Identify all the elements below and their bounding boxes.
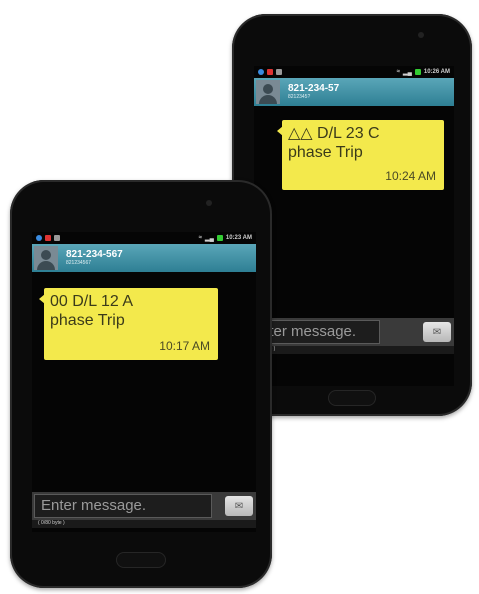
avatar[interactable] <box>256 80 280 104</box>
message-line-1: △△ D/L 23 C <box>288 125 380 142</box>
byte-counter: / byte ) <box>254 346 454 354</box>
usb-icon <box>276 69 282 75</box>
usb-icon <box>54 235 60 241</box>
send-button[interactable]: ✉ <box>423 322 451 342</box>
alert-icon <box>45 235 51 241</box>
status-bar: ≈ ▂▄ 10:23 AM <box>32 232 256 244</box>
message-input[interactable]: Enter message. <box>34 494 212 518</box>
message-line-2: phase Trip <box>288 144 363 161</box>
contact-header[interactable]: 821-234-57 8212345? <box>254 78 454 106</box>
message-line-1: 00 D/L 12 A <box>50 293 134 310</box>
status-time: 10:26 AM <box>423 69 450 75</box>
signal-icon: ▂▄ <box>403 69 412 76</box>
message-input[interactable]: nter message. <box>254 320 380 344</box>
send-icon: ✉ <box>432 326 442 338</box>
message-time: 10:24 AM <box>385 169 436 183</box>
front-phone: ≈ ▂▄ 10:23 AM 821-234-567 821234567 00 D… <box>10 180 272 588</box>
send-icon: ✉ <box>234 500 244 512</box>
notification-icon <box>36 235 42 241</box>
contact-number: 821-234-567 <box>66 249 123 260</box>
compose-area: nter message. ✉ <box>254 318 454 346</box>
compose-area: Enter message. ✉ <box>32 492 256 520</box>
notification-icon <box>258 69 264 75</box>
camera-icon <box>418 32 424 38</box>
battery-icon <box>216 235 223 241</box>
wifi-icon: ≈ <box>198 235 202 241</box>
avatar[interactable] <box>34 246 58 270</box>
alert-icon <box>267 69 273 75</box>
contact-subtitle: 821234567 <box>66 260 92 266</box>
battery-icon <box>414 69 421 75</box>
message-bubble[interactable]: 00 D/L 12 A phase Trip 10:17 AM <box>39 288 218 360</box>
camera-icon <box>206 200 212 206</box>
contact-number: 821-234-57 <box>288 83 340 94</box>
home-button[interactable] <box>328 390 376 406</box>
message-line-2: phase Trip <box>50 312 125 329</box>
signal-icon: ▂▄ <box>205 235 214 242</box>
wifi-icon: ≈ <box>396 69 400 75</box>
message-time: 10:17 AM <box>159 339 210 353</box>
send-button[interactable]: ✉ <box>225 496 253 516</box>
back-phone-screen: ≈ ▂▄ 10:26 AM 821-234-57 8212345? △△ D/L… <box>254 66 454 386</box>
home-button[interactable] <box>116 552 166 568</box>
status-time: 10:23 AM <box>225 235 252 241</box>
front-phone-screen: ≈ ▂▄ 10:23 AM 821-234-567 821234567 00 D… <box>32 232 256 532</box>
contact-header[interactable]: 821-234-567 821234567 <box>32 244 256 272</box>
message-bubble[interactable]: △△ D/L 23 C phase Trip 10:24 AM <box>277 120 444 190</box>
status-bar: ≈ ▂▄ 10:26 AM <box>254 66 454 78</box>
contact-subtitle: 8212345? <box>288 94 311 100</box>
byte-counter: ( 0/80 byte ) <box>32 520 256 528</box>
